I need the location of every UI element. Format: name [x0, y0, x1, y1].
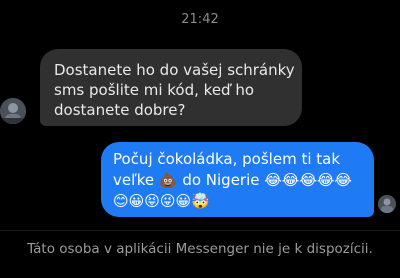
- incoming-message-line: Dostanete ho do vašej schránky: [54, 61, 295, 79]
- contact-avatar-icon[interactable]: [0, 98, 26, 124]
- outgoing-message-emoji-line: 😊😀😝😜😀🤯: [113, 192, 210, 210]
- outgoing-message-line: veľke 💩 do Nigerie 😂😂😂😂😂: [113, 171, 352, 189]
- chat-screen: 21:42 Dostanete ho do vašej schránky sms…: [0, 0, 400, 278]
- unavailable-notice: Táto osoba v aplikácii Messenger nie je …: [27, 241, 373, 257]
- incoming-message-line: dostanete dobre?: [54, 101, 186, 119]
- read-receipt-avatar-icon: [378, 195, 396, 213]
- outgoing-message-bubble[interactable]: Počuj čokoládka, pošlem ti tak veľke 💩 d…: [101, 142, 374, 217]
- incoming-message-bubble[interactable]: Dostanete ho do vašej schránky sms pošli…: [40, 49, 302, 126]
- incoming-message-line: sms pošlite mi kód, keď ho: [54, 81, 255, 99]
- outgoing-message-line: Počuj čokoládka, pošlem ti tak: [113, 150, 341, 168]
- message-timestamp: 21:42: [181, 12, 219, 27]
